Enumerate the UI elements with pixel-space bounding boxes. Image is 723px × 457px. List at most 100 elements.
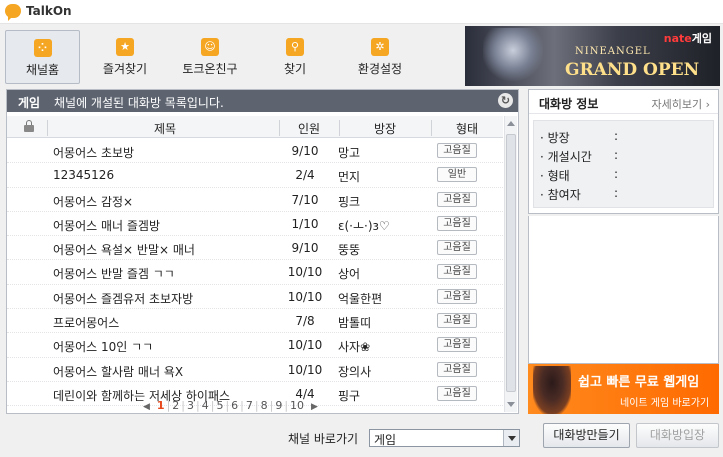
table-row[interactable]: 어몽어스 매너 즐겜방 1/10 ε(·ㅗ·)з♡ 고음질 [7, 212, 503, 237]
room-info-panel: 대화방 정보 자세히보기 › · 방장: · 개설시간: · 형태: · 참여자: [528, 89, 719, 214]
scroll-down-icon[interactable] [507, 402, 515, 407]
room-info-colon: : [614, 167, 619, 181]
search-icon: ⚲ [286, 38, 304, 56]
room-info-colon: : [614, 148, 619, 162]
prev-page-icon[interactable]: ◀ [143, 402, 150, 412]
talkon-logo-icon [5, 4, 21, 21]
room-type-badge: 고음질 [437, 288, 477, 304]
page-separator: | [225, 399, 230, 412]
room-name: 어몽어스 매너 즐겜방 [53, 218, 160, 233]
page-link[interactable]: 10 [290, 399, 304, 412]
toolbar-button-2[interactable]: ☺ 토크온친구 [170, 30, 250, 84]
room-info-field-label: 방장 [547, 131, 570, 145]
table-row[interactable]: 어몽어스 욕설× 반말× 매너 9/10 뚱뚱 고음질 [7, 236, 503, 261]
room-count: 10/10 [287, 338, 323, 353]
column-header: 제목 인원 방장 형태 [7, 116, 503, 138]
page-separator: | [196, 399, 200, 412]
table-row[interactable]: 프로어몽어스 7/8 밤톨띠 고음질 [7, 309, 503, 334]
bullet: · [540, 169, 548, 183]
room-owner: 망고 [338, 146, 361, 160]
toolbar-label: 토크온친구 [182, 62, 238, 76]
table-row[interactable]: 어몽어스 반말 즐겜 ㄱㄱ 10/10 상어 고음질 [7, 260, 503, 285]
table-row[interactable]: 어몽어스 초보방 9/10 망고 고음질 [7, 139, 503, 164]
room-info-field: · 형태: [540, 167, 618, 184]
bullet: · [540, 188, 548, 202]
table-row[interactable]: 어몽어스 10인 ㄱㄱ 10/10 사자❀ 고음질 [7, 333, 503, 358]
channel-jump-label: 채널 바로가기 [288, 432, 359, 446]
page-separator: | [210, 399, 215, 412]
toolbar-button-0[interactable]: ⁘ 채널홈 [5, 30, 80, 84]
room-count: 7/8 [295, 314, 315, 329]
toolbar-label: 즐겨찾기 [102, 62, 148, 76]
title-bar: TalkOn [0, 0, 723, 24]
room-count: 2/4 [295, 168, 315, 183]
enter-room-button[interactable]: 대화방입장 [636, 423, 719, 448]
room-info-field-label: 개설시간 [547, 150, 592, 164]
room-owner: 상어 [338, 267, 361, 282]
page-link[interactable]: 5 [216, 399, 223, 412]
toolbar-button-4[interactable]: ✲ 환경설정 [340, 30, 420, 84]
channel-category: 게임 [18, 96, 41, 110]
room-type-badge: 고음질 [437, 143, 477, 158]
table-row[interactable]: 12345126 2/4 먼지 일반 [7, 163, 503, 188]
room-owner: 밤톨띠 [338, 316, 372, 331]
page-link[interactable]: 4 [202, 399, 209, 412]
channel-jump-select[interactable]: 게임 [369, 429, 520, 447]
page-link[interactable]: 9 [275, 399, 282, 412]
refresh-icon[interactable]: ↻ [498, 93, 513, 108]
scroll-up-icon[interactable] [507, 121, 515, 126]
next-page-icon[interactable]: ▶ [311, 402, 318, 412]
room-name: 어몽어스 할사람 매너 욕X [53, 364, 184, 379]
chevron-down-icon[interactable] [503, 430, 519, 446]
ad-headline: 쉽고 빠른 무료 웹게임 [578, 375, 700, 390]
page-link[interactable]: 3 [187, 399, 194, 412]
room-owner: 억울한편 [338, 291, 383, 306]
column-owner[interactable]: 방장 [339, 120, 431, 137]
toolbar-button-1[interactable]: ★ 즐겨찾기 [85, 30, 165, 84]
banner-character-image [483, 28, 543, 84]
page-link[interactable]: 6 [231, 399, 238, 412]
room-type-badge: 고음질 [437, 337, 477, 353]
page-separator: | [240, 399, 244, 412]
column-title[interactable]: 제목 [53, 120, 277, 137]
table-row[interactable]: 어몽어스 즐겜유저 초보자방 10/10 억울한편 고음질 [7, 285, 503, 310]
room-owner: 사자❀ [338, 340, 371, 355]
room-info-field: · 방장: [540, 129, 618, 146]
room-info-header: 대화방 정보 자세히보기 › [529, 90, 718, 114]
room-info-field-label: 참여자 [547, 188, 581, 202]
star-icon: ★ [116, 38, 134, 56]
ad-character-image [533, 366, 571, 414]
bullet: · [540, 150, 548, 164]
room-name: 어몽어스 반말 즐겜 ㄱㄱ [53, 267, 175, 282]
table-row[interactable]: 어몽어스 할사람 매너 욕X 10/10 장의사 고음질 [7, 358, 503, 382]
page-link[interactable]: 2 [172, 399, 179, 412]
page-separator: | [269, 399, 274, 412]
page-link[interactable]: 8 [261, 399, 268, 412]
room-info-field: · 참여자: [540, 186, 618, 203]
room-owner: 장의사 [338, 364, 372, 379]
vertical-scrollbar[interactable] [504, 116, 517, 412]
toolbar-button-3[interactable]: ⚲ 찾기 [255, 30, 335, 84]
create-room-button[interactable]: 대화방만들기 [543, 423, 630, 448]
details-link[interactable]: 자세히보기 › [651, 96, 710, 112]
room-type-badge: 고음질 [437, 264, 477, 280]
toolbar-label: 환경설정 [357, 62, 403, 76]
channel-jump-value: 게임 [374, 433, 397, 447]
bullet: · [540, 131, 548, 145]
room-type-badge: 일반 [437, 167, 477, 183]
room-info-field-label: 형태 [547, 169, 570, 183]
column-type[interactable]: 형태 [431, 120, 503, 137]
lock-icon[interactable] [24, 120, 34, 132]
page-link[interactable]: 7 [246, 399, 253, 412]
column-count[interactable]: 인원 [279, 120, 339, 137]
smiley-icon: ☺ [201, 38, 219, 56]
room-name: 어몽어스 욕설× 반말× 매너 [53, 243, 195, 258]
page-link[interactable]: 1 [157, 399, 165, 412]
room-owner: 핑구 [338, 388, 361, 403]
table-row[interactable]: 어몽어스 감정× 7/10 핑크 고음질 [7, 188, 503, 212]
scroll-thumb[interactable] [506, 134, 516, 392]
page-separator: | [181, 399, 186, 412]
room-count: 9/10 [291, 241, 319, 256]
webgame-ad-banner[interactable]: 쉽고 빠른 무료 웹게임 네이트 게임 바로가기 [528, 364, 719, 414]
nineangel-banner[interactable]: nate게임 NINEANGEL GRAND OPEN [465, 26, 720, 86]
